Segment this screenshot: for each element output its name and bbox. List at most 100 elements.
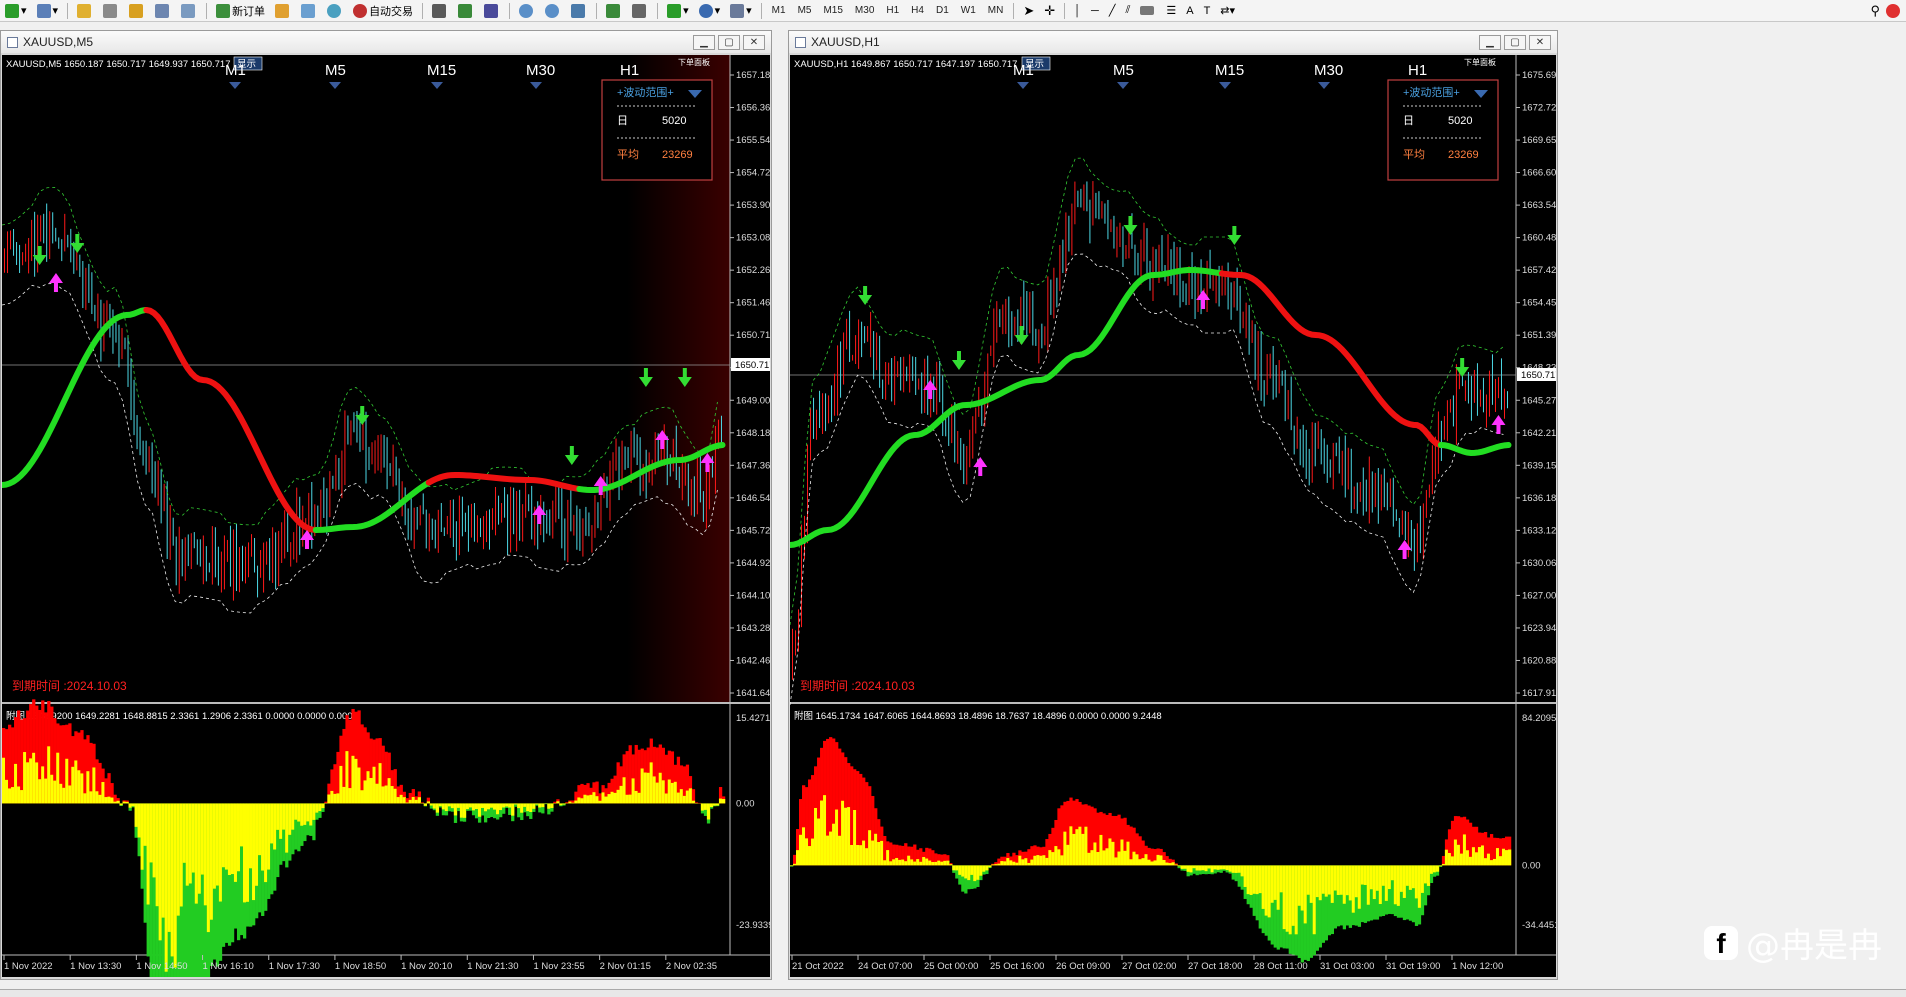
timeframe-m15[interactable]: M15 [818, 1, 847, 21]
osc-bar [1414, 865, 1419, 899]
minimize-button[interactable]: ▁ [693, 34, 715, 50]
vps-button[interactable] [323, 1, 347, 21]
tester-button[interactable] [177, 1, 201, 21]
signals-button[interactable] [297, 1, 321, 21]
tf-label[interactable]: M15 [1215, 62, 1244, 79]
auto-trading-button[interactable]: 自动交易 [349, 1, 417, 21]
osc-bar [586, 795, 590, 804]
osc-bar [71, 766, 75, 804]
timeframe-m1[interactable]: M1 [767, 1, 791, 21]
timeframe-m5[interactable]: M5 [793, 1, 817, 21]
toolbar-separator [422, 2, 424, 19]
chart-window-titlebar[interactable]: XAUUSD,H1 ▁ ▢ ✕ [789, 31, 1557, 53]
timeframe-w1[interactable]: W1 [956, 1, 981, 21]
osc-bar [29, 758, 33, 804]
chart-window-h1[interactable]: XAUUSD,H1 ▁▢✕ 1675.690 1672.720 1669.650 1666… [788, 30, 1558, 980]
label-tool[interactable]: T [1200, 1, 1215, 21]
osc-bar [170, 803, 174, 957]
trendline-tool[interactable]: ╱ [1105, 1, 1120, 21]
osc-bar [721, 799, 726, 804]
zoom-in-button[interactable] [515, 1, 539, 21]
text-tool[interactable]: A [1182, 1, 1197, 21]
close-button[interactable]: ✕ [1529, 34, 1551, 50]
zoom-out-button[interactable] [541, 1, 565, 21]
rectangle-tool[interactable] [1136, 1, 1160, 21]
osc-bar [239, 803, 244, 847]
osc-bar [1036, 855, 1040, 866]
periods-button[interactable]: ▾ [695, 1, 725, 21]
minimize-button[interactable]: ▁ [1479, 34, 1501, 50]
crosshair-tool[interactable]: ✛ [1040, 1, 1059, 21]
chart-window-titlebar[interactable]: XAUUSD,M5 ▁ ▢ ✕ [1, 31, 771, 53]
arrows-tool[interactable]: ⇄ ▾ [1216, 1, 1239, 21]
osc-bar [1021, 859, 1025, 866]
navigator-button[interactable] [125, 1, 149, 21]
osc-bar [50, 774, 54, 804]
tf-label[interactable]: M1 [225, 62, 246, 79]
osc-bar [429, 803, 434, 806]
tile-windows-button[interactable] [567, 1, 591, 21]
tf-label[interactable]: M5 [1113, 62, 1134, 79]
osc-bar [450, 803, 455, 809]
indicators-button[interactable]: ▾ [663, 1, 693, 21]
line-chart-button[interactable] [480, 1, 504, 21]
tf-label[interactable]: M5 [325, 62, 346, 79]
osc-bar [438, 803, 443, 807]
metaeditor-button[interactable] [271, 1, 295, 21]
tf-label[interactable]: M1 [1013, 62, 1034, 79]
maximize-button[interactable]: ▢ [718, 34, 740, 50]
timeframe-d1[interactable]: D1 [931, 1, 954, 21]
tf-label[interactable]: M30 [1314, 62, 1343, 79]
osc-bar [1447, 853, 1452, 866]
chart-canvas[interactable]: 1657.180 1656.360 1655.540 1654.720 1653.900… [2, 55, 770, 977]
search-icon[interactable]: ⚲ [1870, 3, 1880, 19]
timeframe-m30[interactable]: M30 [850, 1, 879, 21]
autoscroll-button[interactable] [602, 1, 626, 21]
osc-bar [1171, 862, 1175, 866]
fibo-tool[interactable]: ☰ [1162, 1, 1180, 21]
cursor-tool[interactable]: ➤ [1019, 1, 1038, 21]
templates-button[interactable]: ▾ [726, 1, 756, 21]
chart-canvas[interactable]: 1675.690 1672.720 1669.650 1666.600 1663.540… [790, 55, 1556, 977]
timeframe-mn[interactable]: MN [983, 1, 1009, 21]
osc-bar [312, 803, 316, 820]
channel-tool[interactable]: ⫽ [1121, 1, 1134, 21]
tf-label[interactable]: H1 [1408, 62, 1427, 79]
data-window-button[interactable] [99, 1, 123, 21]
osc-bar [1015, 862, 1019, 866]
osc-bar [1096, 851, 1100, 866]
tf-label[interactable]: M15 [427, 62, 456, 79]
price-chart-svg: 1675.690 1672.720 1669.650 1666.600 1663.540… [790, 55, 1556, 972]
osc-bar [988, 865, 992, 868]
osc-bar [1213, 865, 1217, 870]
timeframe-h4[interactable]: H4 [906, 1, 929, 21]
candle-chart-button[interactable] [454, 1, 478, 21]
osc-bar [976, 865, 980, 880]
notification-icon[interactable] [1886, 3, 1900, 18]
profiles-button[interactable]: ▾ [33, 1, 63, 21]
osc-bar [1066, 844, 1070, 866]
vertical-line-tool[interactable]: │ [1070, 1, 1085, 21]
osc-bar [279, 803, 283, 839]
chart-shift-button[interactable] [628, 1, 652, 21]
close-button[interactable]: ✕ [743, 34, 765, 50]
terminal-button[interactable] [151, 1, 175, 21]
new-chart-button[interactable]: ▾ [1, 1, 31, 21]
bar-chart-button[interactable] [428, 1, 452, 21]
toolbar-separator [1013, 2, 1015, 19]
osc-bar [1264, 865, 1268, 916]
market-watch-button[interactable] [73, 1, 97, 21]
chart-window-m5[interactable]: XAUUSD,M5 ▁▢✕ 1657.180 1656.360 1655.540 1654… [0, 30, 772, 980]
osc-bar [1291, 865, 1295, 926]
tf-label[interactable]: H1 [620, 62, 639, 79]
maximize-button[interactable]: ▢ [1504, 34, 1526, 50]
tf-label[interactable]: M30 [526, 62, 555, 79]
horizontal-line-tool[interactable]: ─ [1087, 1, 1103, 21]
osc-bar [973, 865, 977, 882]
osc-bar [1459, 853, 1464, 866]
osc-bar [1300, 865, 1304, 911]
new-order-button[interactable]: 新订单 [212, 1, 269, 21]
price-tick-label: 1639.150 [1522, 460, 1556, 471]
timeframe-h1[interactable]: H1 [881, 1, 904, 21]
price-tick-label: 1646.540 [736, 493, 770, 504]
